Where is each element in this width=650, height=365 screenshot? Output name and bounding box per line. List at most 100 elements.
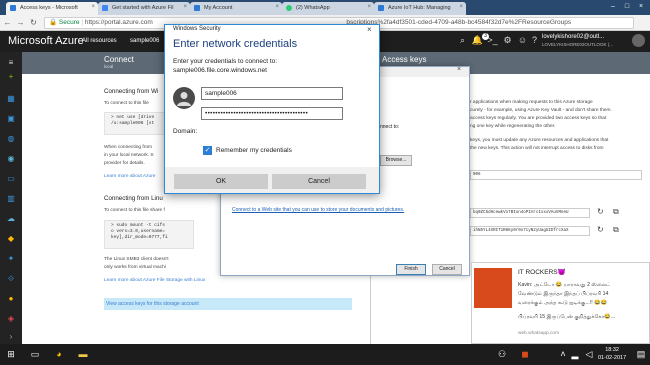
dialog-heading: Enter network credentials bbox=[173, 38, 298, 50]
resource-groups-icon[interactable]: ▣ bbox=[5, 114, 17, 124]
new-resource-icon[interactable]: + bbox=[5, 72, 17, 82]
map-dialog-close-icon[interactable]: × bbox=[457, 66, 461, 73]
cancel-button[interactable]: Cancel bbox=[272, 174, 366, 189]
dashboard-icon[interactable]: ▦ bbox=[5, 94, 17, 104]
remember-credentials-checkbox[interactable]: ✓ bbox=[203, 146, 212, 155]
finish-button[interactable]: Finish bbox=[396, 264, 426, 275]
map-cancel-button[interactable]: Cancel bbox=[432, 264, 462, 275]
close-icon[interactable]: × bbox=[367, 25, 372, 34]
subscriptions-icon[interactable]: ✦ bbox=[5, 254, 17, 264]
clock-time: 18:32 bbox=[605, 347, 619, 353]
google-docs-favicon-icon bbox=[102, 5, 108, 11]
tab-my-account[interactable]: My Account × bbox=[190, 2, 282, 15]
key2-field[interactable]: ihN5YL4XRIT1R86y0r0o7cyN2yUagUIDfrcXaX bbox=[470, 226, 590, 236]
connect-subtitle: local bbox=[104, 64, 114, 69]
close-tab-icon[interactable]: × bbox=[275, 4, 279, 10]
access-keys-text: keys, you must update any Azure resource… bbox=[470, 138, 609, 143]
remember-credentials-label[interactable]: Remember my credentials bbox=[216, 147, 292, 154]
linux-heading: Connecting from Linu bbox=[104, 195, 163, 202]
tab-whatsapp[interactable]: (2) WhatsApp × bbox=[282, 2, 374, 15]
access-keys-text: the new keys. This action will not inter… bbox=[470, 146, 604, 151]
cloud-shell-icon[interactable]: >_ bbox=[486, 34, 499, 47]
forward-icon[interactable]: → bbox=[16, 18, 25, 28]
server-name: sample006.file.core.windows.net bbox=[173, 67, 267, 74]
learn-more-link[interactable]: Learn more about Azure bbox=[104, 174, 155, 179]
copy-key2-icon[interactable]: ⧉ bbox=[613, 225, 619, 235]
regenerate-key2-icon[interactable]: ↻ bbox=[597, 225, 604, 234]
account-directory: LOVELYKISHORE02OUTLOOK (... bbox=[542, 42, 613, 47]
storage-account-name-field[interactable]: 006 bbox=[470, 170, 642, 180]
copy-key1-icon[interactable]: ⧉ bbox=[613, 207, 619, 217]
close-window-icon[interactable]: × bbox=[634, 2, 648, 12]
ok-button[interactable]: OK bbox=[174, 174, 268, 189]
view-access-keys-link[interactable]: View access keys for this storage accoun… bbox=[104, 298, 352, 310]
notification-line: வேண்டும் இருந்தா இந்தப் பிப்ரவரி 14 bbox=[518, 291, 609, 297]
linux-command-box[interactable]: > sudo mount -t cifs o vers=3.0,username… bbox=[104, 220, 194, 249]
windows-paragraph: in your local network. S bbox=[104, 153, 154, 158]
domain-label: Domain: bbox=[173, 128, 198, 135]
key1-field[interactable]: bq0ZC5dHcewkVo7BIxn4oPIArcIxxxVAuVMeeU bbox=[470, 208, 590, 218]
minimize-icon[interactable]: – bbox=[606, 2, 620, 12]
chrome-icon[interactable]: ◕ bbox=[52, 348, 66, 361]
prompt-text: Enter your credentials to connect to: bbox=[173, 58, 278, 65]
volume-icon[interactable]: ◁ bbox=[582, 348, 596, 361]
windows-paragraph: provider for details. bbox=[104, 161, 145, 166]
network-icon[interactable]: ▂ bbox=[568, 348, 582, 361]
tab-get-started[interactable]: Get started with Azure Fil × bbox=[98, 2, 190, 15]
linux-paragraph: The Linux SMB3 client doesn't bbox=[104, 257, 169, 262]
start-icon[interactable]: ⊞ bbox=[4, 348, 18, 361]
tab-iot-hub[interactable]: Azure IoT Hub: Managing × bbox=[374, 2, 466, 15]
code-line: key],dir_mode=0777,fi bbox=[111, 235, 168, 240]
breadcrumb-current[interactable]: sample006 bbox=[130, 38, 159, 44]
close-tab-icon[interactable]: × bbox=[91, 4, 95, 10]
search-icon[interactable]: ⌕ bbox=[456, 34, 469, 47]
virtual-machines-icon[interactable]: ▭ bbox=[5, 174, 17, 184]
close-tab-icon[interactable]: × bbox=[183, 4, 187, 10]
reload-icon[interactable]: ↻ bbox=[29, 18, 38, 28]
tab-access-keys[interactable]: Access keys - Microsoft × bbox=[6, 2, 98, 15]
regenerate-key1-icon[interactable]: ↻ bbox=[597, 207, 604, 216]
advisor-icon[interactable]: ● bbox=[5, 294, 17, 304]
file-explorer-icon[interactable]: ▬ bbox=[76, 348, 90, 361]
maximize-icon[interactable]: □ bbox=[620, 2, 634, 12]
close-tab-icon[interactable]: × bbox=[367, 4, 371, 10]
monitor-icon[interactable]: ⟐ bbox=[5, 274, 17, 284]
breadcrumb-all-resources[interactable]: All resources bbox=[82, 38, 117, 44]
system-clock[interactable]: 18:32 01-02-2017 bbox=[598, 346, 626, 362]
close-tab-icon[interactable]: × bbox=[459, 4, 463, 10]
web-storage-link[interactable]: Connect to a Web site that you can use t… bbox=[232, 207, 404, 213]
access-keys-text: r applications when making requests to t… bbox=[470, 100, 593, 105]
linux-paragraph: only works from virtual machi bbox=[104, 265, 166, 270]
username-field[interactable]: sample006 bbox=[201, 87, 343, 100]
cloud-services-icon[interactable]: ☁ bbox=[5, 214, 17, 224]
password-field[interactable]: •••••••••••••••••••••••••••••••••••••••• bbox=[201, 107, 343, 120]
task-view-icon[interactable]: ▭ bbox=[28, 348, 42, 361]
taskbar bbox=[0, 344, 650, 365]
hamburger-icon[interactable]: ≡ bbox=[5, 58, 17, 68]
notification-line: Kavin: அட்டோ 😂 யாராவது 2 ஸ்லைட் bbox=[518, 282, 611, 288]
avatar[interactable] bbox=[632, 34, 645, 47]
user-icon bbox=[173, 87, 195, 109]
notification-source: web.whatsapp.com bbox=[518, 331, 560, 336]
tab-label: My Account bbox=[204, 5, 233, 11]
notification-line: வரைக்கும் அந்த கூடு ஐடிக்கு...!! 😂😂 bbox=[518, 300, 608, 306]
more-services-icon[interactable]: › bbox=[5, 332, 17, 342]
security-center-icon[interactable]: ◆ bbox=[5, 234, 17, 244]
tray-app-icon[interactable]: ◼ bbox=[518, 348, 532, 361]
learn-more-linux-link[interactable]: Learn more about Azure File Storage with… bbox=[104, 278, 205, 283]
all-resources-icon[interactable]: ◍ bbox=[5, 134, 17, 144]
sql-database-icon[interactable]: ▥ bbox=[5, 194, 17, 204]
azure-logo[interactable]: Microsoft Azure bbox=[8, 35, 84, 47]
tab-label: Azure IoT Hub: Managing bbox=[388, 5, 451, 11]
browse-button[interactable]: Browse... bbox=[380, 155, 412, 166]
back-icon[interactable]: ← bbox=[3, 18, 12, 28]
url-start: https://portal.azure.com bbox=[84, 19, 153, 26]
account-menu[interactable]: lovelykishore02@outl... LOVELYKISHORE02O… bbox=[542, 33, 613, 49]
people-icon[interactable]: ⚇ bbox=[495, 348, 509, 361]
app-services-icon[interactable]: ◉ bbox=[5, 154, 17, 164]
gear-icon[interactable]: ⚙ bbox=[501, 34, 514, 47]
action-center-icon[interactable]: ▤ bbox=[634, 348, 648, 361]
help-icon[interactable]: ? bbox=[528, 34, 541, 47]
help-support-icon[interactable]: ◈ bbox=[5, 314, 17, 324]
access-keys-text: ng one key while regenerating the other. bbox=[470, 124, 556, 129]
